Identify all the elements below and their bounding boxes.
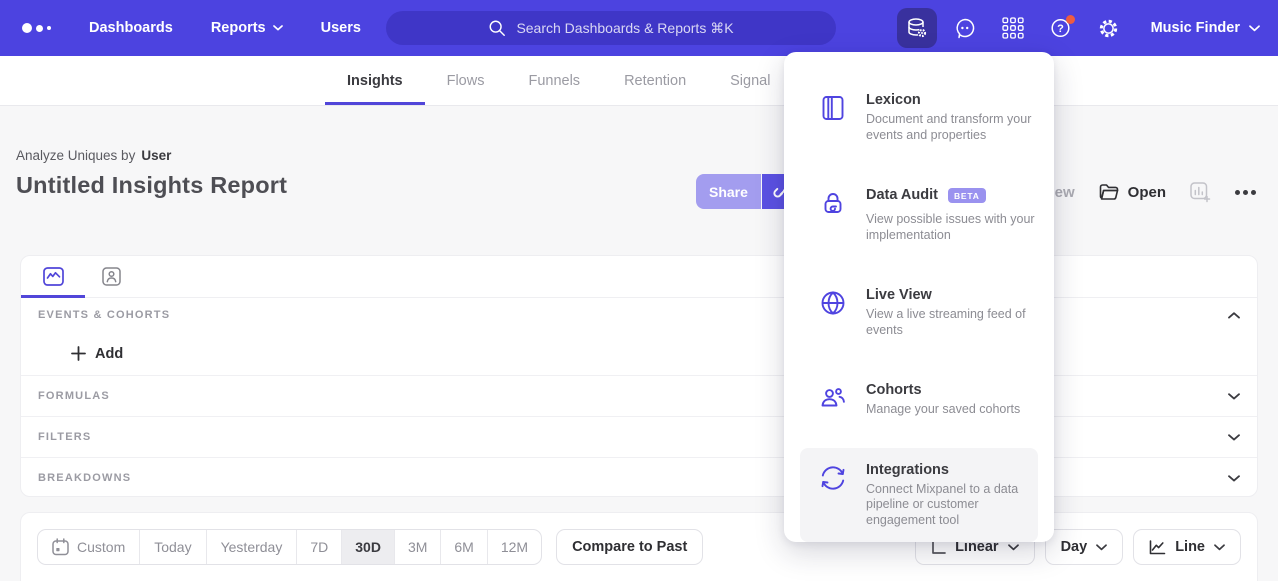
folder-icon (1099, 183, 1119, 201)
range-12m[interactable]: 12M (487, 530, 541, 564)
range-30d[interactable]: 30D (341, 530, 394, 564)
live-view-globe-icon (819, 287, 849, 338)
cohorts-people-icon (819, 382, 849, 418)
menu-item-live-view[interactable]: Live View View a live streaming feed of … (800, 273, 1038, 352)
add-event-button[interactable]: Add (21, 332, 1257, 375)
chevron-down-icon (1096, 544, 1107, 551)
data-audit-lock-icon (819, 187, 849, 243)
lexicon-book-icon (819, 92, 849, 143)
filters-section-header[interactable]: FILTERS (21, 416, 1257, 457)
range-yesterday[interactable]: Yesterday (206, 530, 297, 564)
calendar-icon (52, 538, 69, 556)
query-builder-card: EVENTS & COHORTS Add FORMULAS FILTERS BR… (20, 255, 1258, 497)
project-selector[interactable]: Music Finder (1151, 20, 1260, 36)
menu-item-cohorts[interactable]: Cohorts Manage your saved cohorts (800, 368, 1038, 432)
report-tabbar: Insights Flows Funnels Retention Signal … (0, 56, 1278, 106)
chart-add-icon (1190, 182, 1211, 203)
gear-icon (1097, 17, 1120, 40)
top-nav: Dashboards Reports Users Search Dashboar… (0, 0, 1278, 56)
svg-text:?: ? (1057, 23, 1064, 35)
events-cohorts-section-header[interactable]: EVENTS & COHORTS (21, 298, 1257, 332)
formulas-section-header[interactable]: FORMULAS (21, 375, 1257, 416)
compare-to-past-button[interactable]: Compare to Past (556, 529, 703, 565)
tab-funnels[interactable]: Funnels (506, 56, 602, 105)
range-6m[interactable]: 6M (440, 530, 486, 564)
metrics-view-tab[interactable] (21, 256, 85, 297)
integrations-sync-icon (819, 462, 849, 529)
chevron-up-icon[interactable] (1228, 312, 1240, 319)
nav-dashboards[interactable]: Dashboards (89, 20, 173, 36)
insights-chart-icon (43, 267, 64, 286)
chart-card: Custom Today Yesterday 7D 30D 3M 6M 12M … (20, 512, 1258, 581)
range-today[interactable]: Today (139, 530, 205, 564)
chevron-down-icon (1249, 25, 1260, 32)
beta-badge: BETA (948, 188, 986, 203)
menu-item-data-audit[interactable]: Data Audit BETA View possible issues wit… (800, 173, 1038, 257)
profiles-view-tab[interactable] (85, 256, 137, 297)
data-management-button[interactable] (897, 8, 937, 48)
range-custom[interactable]: Custom (38, 530, 139, 564)
breakdowns-section-header[interactable]: BREAKDOWNS (21, 457, 1257, 498)
builder-view-tabs (21, 256, 1257, 298)
search-placeholder: Search Dashboards & Reports ⌘K (516, 20, 733, 37)
data-management-menu: Lexicon Document and transform your even… (784, 52, 1054, 542)
search-input[interactable]: Search Dashboards & Reports ⌘K (386, 11, 836, 45)
tab-signal[interactable]: Signal (708, 56, 792, 105)
line-chart-icon (1149, 540, 1166, 555)
date-range-control: Custom Today Yesterday 7D 30D 3M 6M 12M (37, 529, 542, 565)
share-button[interactable]: Share (696, 174, 761, 209)
tab-insights[interactable]: Insights (325, 56, 425, 105)
user-profile-icon (102, 267, 121, 286)
help-button[interactable]: ? (1041, 8, 1081, 48)
analysis-entity-selector[interactable]: User (141, 148, 171, 163)
grid-icon (1002, 17, 1024, 39)
search-icon (488, 19, 506, 37)
report-actions: New Open (1044, 176, 1256, 208)
chart-toolbar: Custom Today Yesterday 7D 30D 3M 6M 12M … (21, 513, 1257, 565)
chevron-down-icon (1008, 544, 1019, 551)
range-3m[interactable]: 3M (394, 530, 440, 564)
range-7d[interactable]: 7D (296, 530, 341, 564)
open-report-button[interactable]: Open (1099, 183, 1166, 201)
tab-flows[interactable]: Flows (425, 56, 507, 105)
interval-dropdown[interactable]: Day (1045, 529, 1124, 565)
analysis-subtitle: Analyze Uniques byUser (16, 148, 287, 163)
tab-retention[interactable]: Retention (602, 56, 708, 105)
nav-users[interactable]: Users (321, 20, 361, 36)
report-header: Analyze Uniques byUser Untitled Insights… (16, 148, 287, 199)
feedback-button[interactable] (945, 8, 985, 48)
more-options-button[interactable] (1235, 190, 1256, 195)
chevron-down-icon (273, 25, 283, 31)
chevron-down-icon[interactable] (1228, 434, 1240, 441)
add-to-dashboard-button[interactable] (1190, 182, 1211, 203)
chevron-down-icon[interactable] (1228, 393, 1240, 400)
settings-button[interactable] (1089, 8, 1129, 48)
notification-dot (1066, 15, 1075, 24)
menu-item-lexicon[interactable]: Lexicon Document and transform your even… (800, 78, 1038, 157)
database-gear-icon (905, 16, 929, 40)
plus-icon (71, 346, 86, 361)
mixpanel-logo-icon[interactable] (22, 23, 51, 33)
chevron-down-icon (1214, 544, 1225, 551)
nav-reports[interactable]: Reports (211, 20, 283, 36)
speech-bubble-icon (953, 16, 977, 40)
apps-grid-button[interactable] (993, 8, 1033, 48)
report-title[interactable]: Untitled Insights Report (16, 172, 287, 199)
chart-type-dropdown[interactable]: Line (1133, 529, 1241, 565)
chevron-down-icon[interactable] (1228, 475, 1240, 482)
menu-item-integrations[interactable]: Integrations Connect Mixpanel to a data … (800, 448, 1038, 543)
